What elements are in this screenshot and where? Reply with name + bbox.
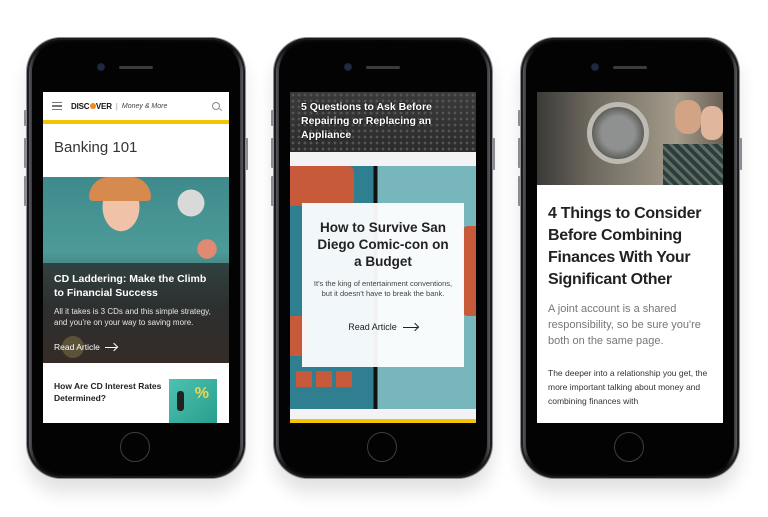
- washer-drum: [587, 102, 649, 164]
- illustration-shape: [316, 371, 332, 387]
- article-hero-image: [537, 92, 723, 185]
- discover-logo[interactable]: DISC VER: [71, 102, 112, 111]
- article-paragraph: The deeper into a relationship you get, …: [548, 368, 708, 406]
- footer-accent-bar: [290, 409, 476, 423]
- article-title: 4 Things to Consider Before Combining Fi…: [548, 205, 702, 288]
- front-camera: [345, 64, 351, 70]
- mute-switch: [24, 110, 27, 126]
- power-button: [492, 138, 495, 170]
- earpiece-speaker: [119, 66, 153, 69]
- page-title: Banking 101: [54, 139, 138, 156]
- front-camera: [592, 64, 598, 70]
- article-card-title[interactable]: How Are CD Interest Rates Determined?: [54, 380, 164, 404]
- featured-summary: It's the king of entertainment conventio…: [313, 279, 453, 298]
- front-camera: [98, 64, 104, 70]
- power-button: [245, 138, 248, 170]
- screen-3: 4 Things to Consider Before Combining Fi…: [537, 92, 723, 423]
- arrow-right-icon: [402, 326, 418, 328]
- search-icon[interactable]: [212, 102, 220, 110]
- person-illustration: [177, 391, 184, 411]
- volume-up-button: [518, 138, 521, 168]
- phone-2: 5 Questions to Ask Before Repairing or R…: [271, 38, 495, 478]
- power-button: [739, 138, 742, 170]
- divider: [290, 152, 476, 166]
- header-separator: |: [115, 101, 118, 111]
- person-face: [701, 106, 723, 140]
- article-body: 4 Things to Consider Before Combining Fi…: [537, 185, 723, 408]
- volume-down-button: [24, 176, 27, 206]
- illustration-shape: [462, 226, 476, 316]
- hamburger-icon[interactable]: [52, 102, 62, 110]
- featured-article[interactable]: How to Survive San Diego Comic-con on a …: [290, 166, 476, 409]
- hero-image: [89, 177, 151, 201]
- illustration-shape: [336, 371, 352, 387]
- top-article[interactable]: 5 Questions to Ask Before Repairing or R…: [290, 92, 476, 152]
- section-name[interactable]: Money & More: [122, 103, 168, 110]
- featured-article[interactable]: CD Laddering: Make the Climb to Financia…: [43, 177, 229, 363]
- mute-switch: [518, 110, 521, 126]
- person-face: [675, 100, 701, 134]
- earpiece-speaker: [366, 66, 400, 69]
- featured-title[interactable]: How to Survive San Diego Comic-con on a …: [312, 219, 454, 270]
- featured-title[interactable]: CD Laddering: Make the Climb to Financia…: [54, 272, 218, 300]
- people-illustration: [663, 144, 723, 185]
- top-article-title[interactable]: 5 Questions to Ask Before Repairing or R…: [301, 100, 465, 142]
- featured-card: How to Survive San Diego Comic-con on a …: [302, 203, 464, 367]
- read-article-link[interactable]: Read Article: [54, 342, 218, 352]
- screen-1: DISC VER | Money & More Banking 101 CD La…: [43, 92, 229, 423]
- arrow-right-icon: [104, 346, 117, 348]
- featured-overlay: CD Laddering: Make the Climb to Financia…: [43, 263, 229, 363]
- site-header: DISC VER | Money & More: [43, 92, 229, 124]
- featured-summary: All it takes is 3 CDs and this simple st…: [54, 307, 211, 327]
- article-lead: A joint account is a shared responsibili…: [548, 303, 701, 347]
- read-article-label: Read Article: [54, 342, 100, 352]
- phone-1: DISC VER | Money & More Banking 101 CD La…: [24, 38, 248, 478]
- phone-3: 4 Things to Consider Before Combining Fi…: [518, 38, 742, 478]
- read-article-label: Read Article: [348, 322, 397, 332]
- illustration-shape: [290, 166, 354, 206]
- mute-switch: [271, 110, 274, 126]
- article-card[interactable]: How Are CD Interest Rates Determined? %: [43, 363, 229, 423]
- percent-icon: %: [194, 385, 209, 402]
- home-button[interactable]: [614, 432, 644, 462]
- earpiece-speaker: [613, 66, 647, 69]
- home-button[interactable]: [120, 432, 150, 462]
- article-thumbnail: %: [169, 379, 217, 423]
- volume-up-button: [271, 138, 274, 168]
- volume-up-button: [24, 138, 27, 168]
- volume-down-button: [271, 176, 274, 206]
- illustration-shape: [296, 371, 312, 387]
- screen-2: 5 Questions to Ask Before Repairing or R…: [290, 92, 476, 423]
- home-button[interactable]: [367, 432, 397, 462]
- volume-down-button: [518, 176, 521, 206]
- read-article-link[interactable]: Read Article: [348, 322, 418, 332]
